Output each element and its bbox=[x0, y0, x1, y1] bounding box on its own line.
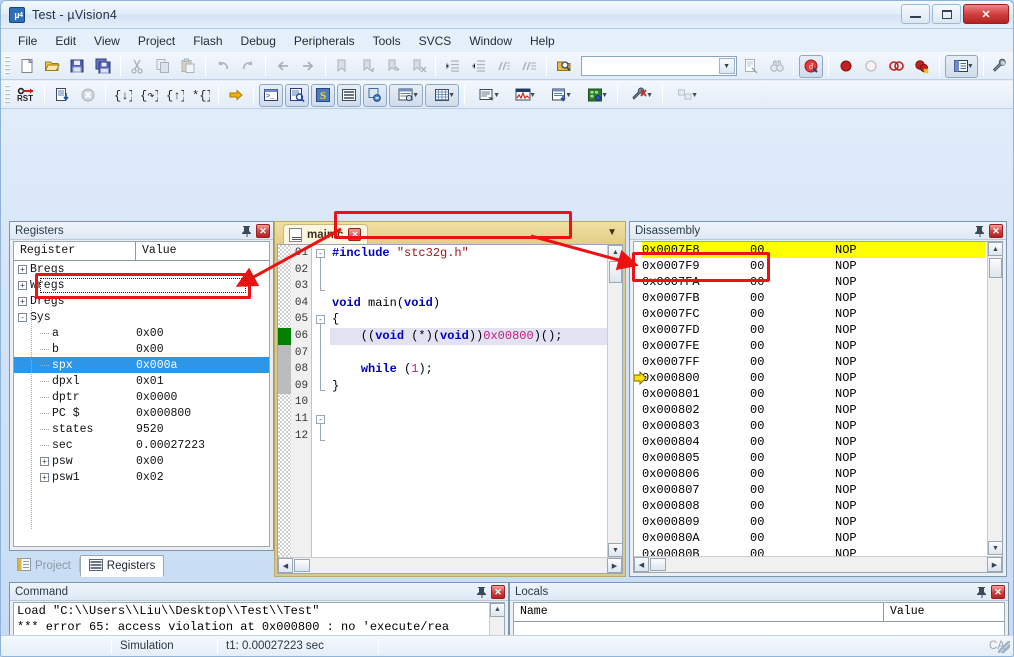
status-mode: Simulation bbox=[120, 640, 174, 652]
pc-arrow-icon bbox=[634, 370, 647, 386]
editor-line-06-box bbox=[334, 211, 572, 239]
arrow-code-to-registers bbox=[235, 227, 342, 287]
arrow-code-to-disassembly bbox=[530, 234, 639, 271]
status-timer: t1: 0.00027223 sec bbox=[226, 640, 324, 652]
status-bar: Simulation t1: 0.00027223 sec CA bbox=[1, 635, 1013, 656]
disassembly-pc-row-box bbox=[632, 252, 770, 282]
uvision-main-window: µ Test - µVision4 ✕ File Edit View Proje… bbox=[0, 0, 1014, 657]
resize-grip[interactable] bbox=[998, 641, 1010, 653]
registers-pc-row-focus-rect bbox=[40, 278, 246, 293]
annotation-overlay bbox=[235, 227, 639, 287]
